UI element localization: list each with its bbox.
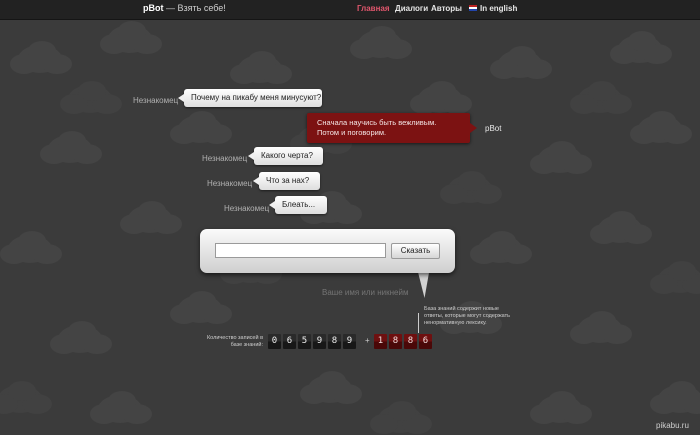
watermark: pikabu.ru (656, 421, 689, 430)
records-counter: 0 6 5 9 8 9 (268, 334, 358, 349)
counter-plus: + (365, 336, 370, 345)
speaker-stranger: Незнакомец (133, 96, 179, 105)
nickname-input[interactable] (322, 288, 412, 297)
speaker-stranger: Незнакомец (207, 179, 253, 188)
speaker-stranger: Незнакомец (224, 204, 270, 213)
new-counter-digit: 1 (374, 334, 387, 349)
uk-flag-icon (469, 5, 477, 11)
stranger-message: Какого черта? (248, 147, 323, 165)
counter-digit: 0 (268, 334, 281, 349)
say-button[interactable]: Сказать (391, 243, 440, 259)
new-counter-digit: 8 (404, 334, 417, 349)
new-counter-digit: 6 (419, 334, 432, 349)
logo-name: pBot (143, 3, 164, 13)
nav-authors[interactable]: Авторы (431, 4, 462, 13)
counter-digit: 5 (298, 334, 311, 349)
note-pointer-line (418, 313, 419, 333)
message-form: Сказать (200, 229, 455, 273)
counter-digit: 9 (343, 334, 356, 349)
speaker-bot: pBot (485, 124, 502, 133)
logo-tagline: — Взять себе! (163, 3, 226, 13)
top-bar: pBot — Взять себе! Главная Диалоги Автор… (0, 0, 700, 20)
knowledge-base-note: База знаний содержит новые ответы, котор… (424, 306, 510, 326)
message-input[interactable] (215, 243, 386, 258)
new-counter-digit: 8 (389, 334, 402, 349)
stranger-message: Почему на пикабу меня минусуют? (178, 89, 322, 107)
nav-english[interactable]: In english (469, 4, 517, 13)
bot-message: Сначала научись быть вежливым. Потом и п… (307, 113, 477, 143)
stranger-message: Блеать... (269, 196, 327, 214)
new-records-counter: 1 8 8 6 (374, 334, 434, 349)
stranger-message: Что за нах? (253, 172, 320, 190)
cloud-pattern-background (0, 21, 700, 434)
site-logo[interactable]: pBot — Взять себе! (143, 3, 226, 13)
nav-dialogs[interactable]: Диалоги (395, 4, 428, 13)
nav-home[interactable]: Главная (357, 4, 390, 13)
nav-english-label: In english (480, 4, 518, 13)
counter-digit: 6 (283, 334, 296, 349)
counter-digit: 9 (313, 334, 326, 349)
records-count-label: Количество записей в базе знаний: (206, 335, 263, 348)
speaker-stranger: Незнакомец (202, 154, 248, 163)
counter-digit: 8 (328, 334, 341, 349)
